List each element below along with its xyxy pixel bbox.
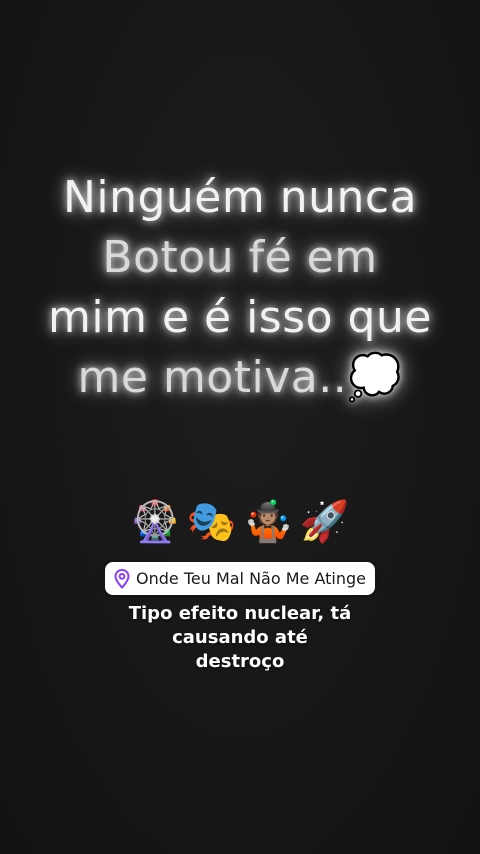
lyrics-caption: Tipo efeito nuclear, tá causando até des… (90, 602, 390, 674)
location-label: Onde Teu Mal Não Me Atinge (136, 569, 366, 588)
quote-line: Botou fé em (102, 232, 378, 283)
lyric-line: destroço (195, 651, 285, 672)
location-pin-icon (114, 568, 130, 589)
story-canvas: Ninguém nunca Botou fé em mim e é isso q… (0, 0, 480, 854)
quote-line: mim e é isso que (48, 292, 432, 343)
lyric-line: causando até (172, 627, 308, 648)
emoji-sticker-row[interactable]: 🎡 🎭 🤹🏽 🚀 (0, 494, 480, 550)
theater-masks-emoji: 🎭 (186, 499, 237, 545)
quote-line: Ninguém nunca (62, 172, 418, 223)
quote-text: Ninguém nunca Botou fé em mim e é isso q… (0, 168, 480, 408)
ferris-wheel-emoji: 🎡 (130, 499, 181, 545)
lyric-line: Tipo efeito nuclear, tá (128, 603, 352, 624)
rocket-emoji: 🚀 (299, 499, 350, 545)
quote-line: me motiva..💭 (77, 352, 403, 403)
juggler-emoji: 🤹🏽 (243, 499, 294, 545)
location-sticker[interactable]: Onde Teu Mal Não Me Atinge (105, 562, 375, 595)
